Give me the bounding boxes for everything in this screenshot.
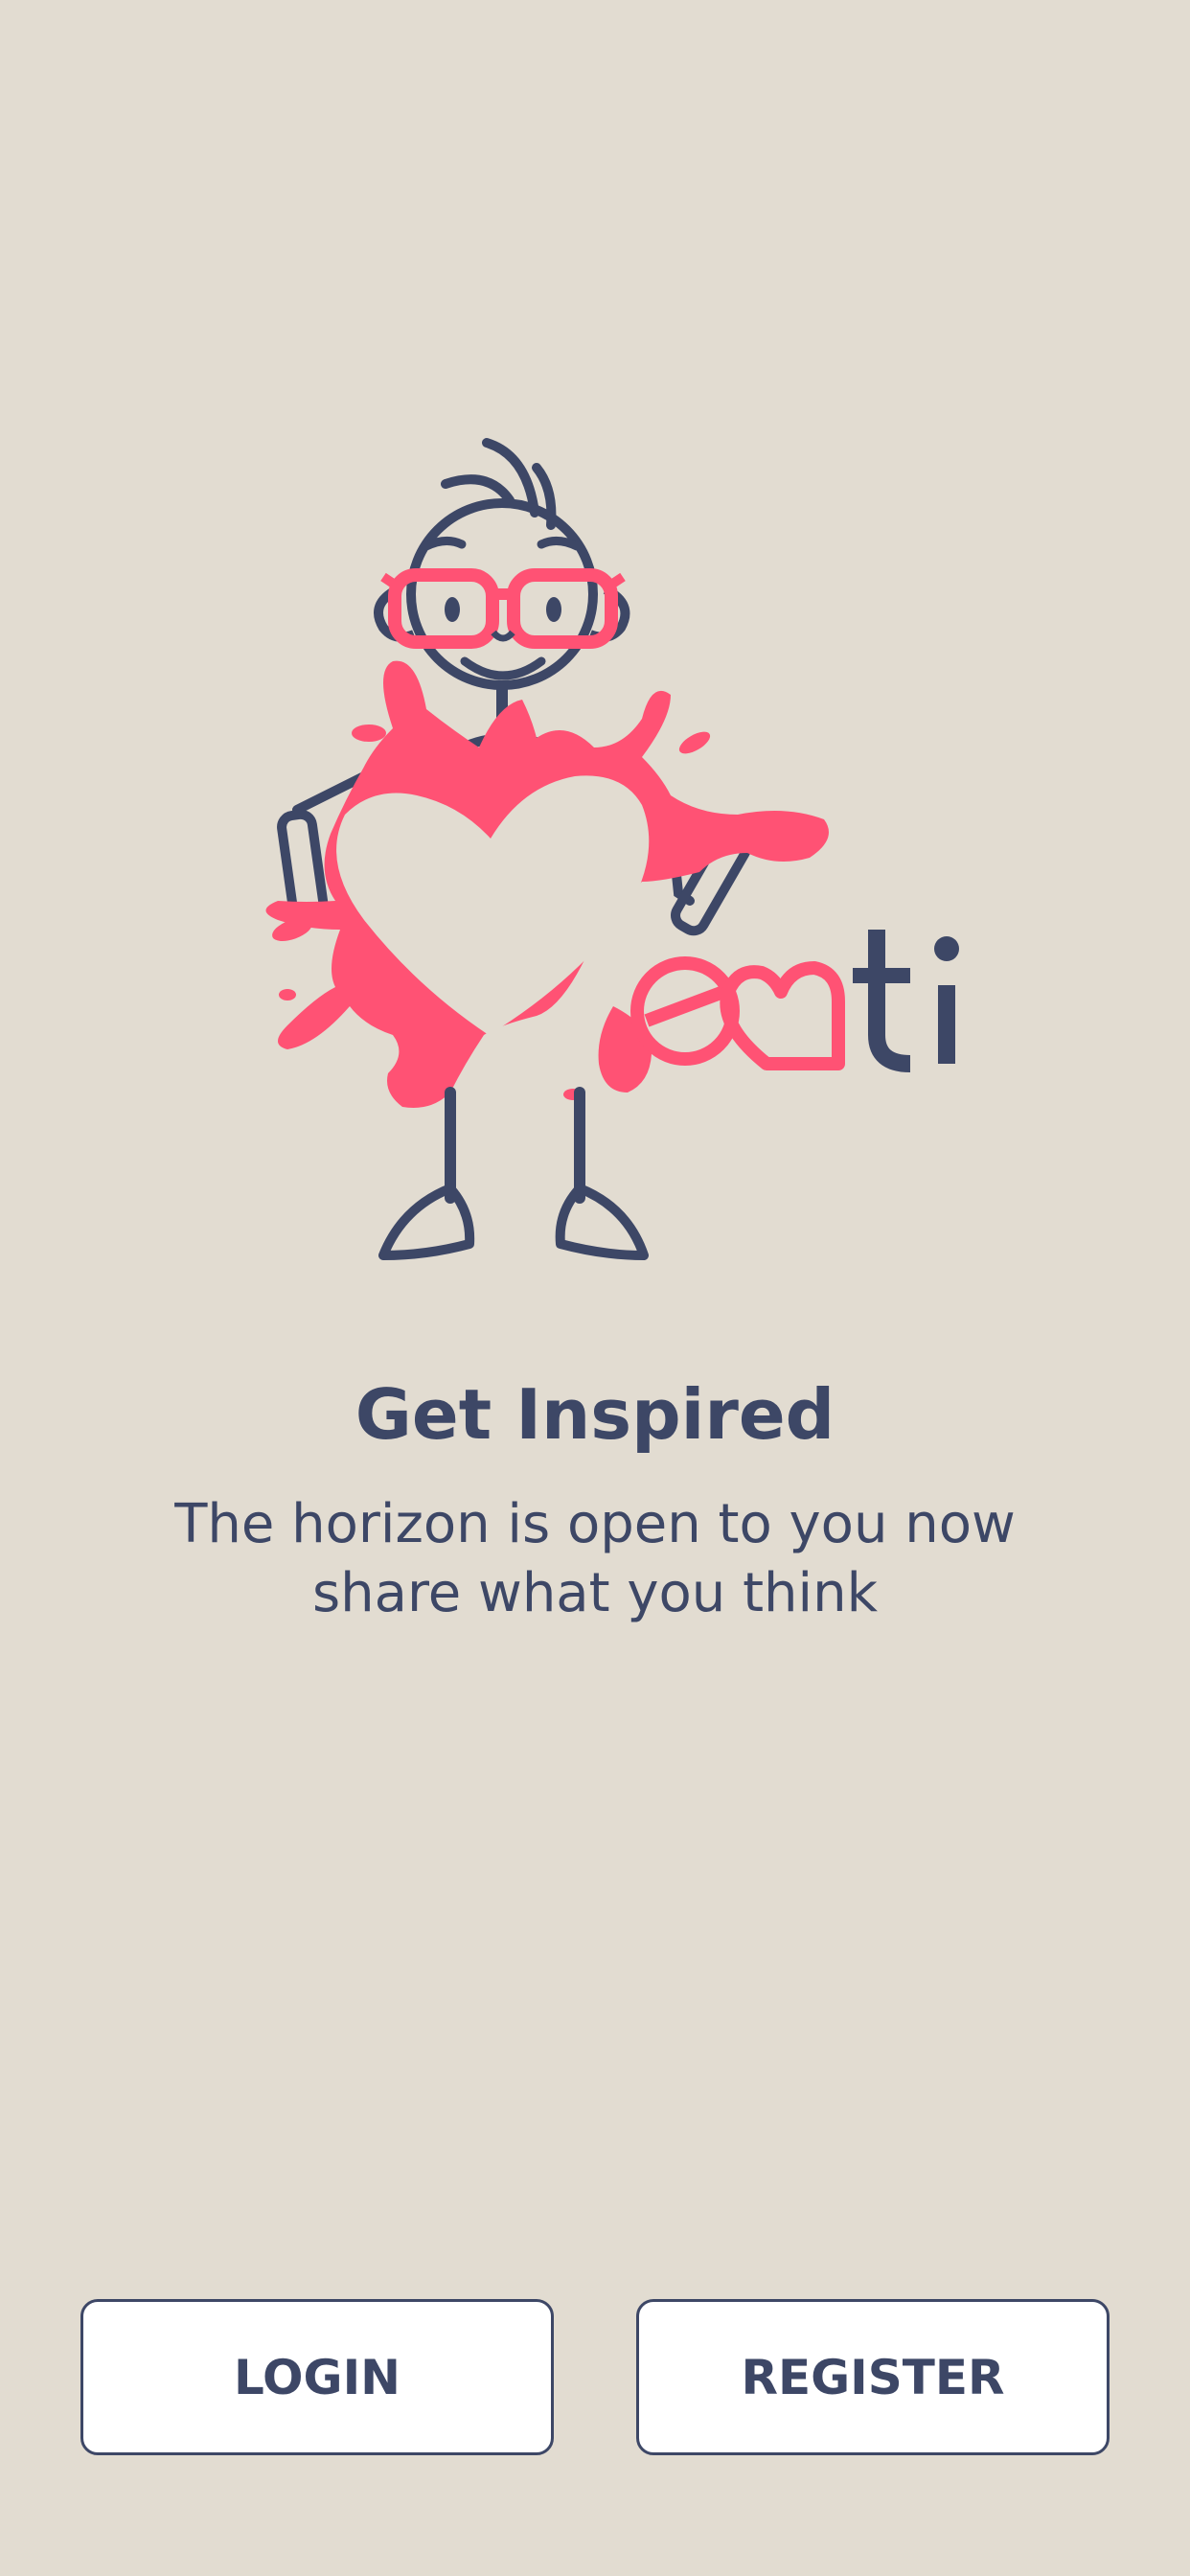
subtitle-line-1: The horizon is open to you now — [174, 1493, 1016, 1555]
app-logo — [249, 431, 977, 1275]
subtitle-line-2: share what you think — [311, 1562, 879, 1624]
stickman-heart-logo-icon — [265, 438, 959, 1260]
register-button[interactable]: REGISTER — [636, 2299, 1110, 2455]
login-button[interactable]: LOGIN — [80, 2299, 554, 2455]
onboarding-title: Get Inspired — [355, 1374, 835, 1455]
onboarding-subtitle: The horizon is open to you now share wha… — [57, 1490, 1133, 1628]
